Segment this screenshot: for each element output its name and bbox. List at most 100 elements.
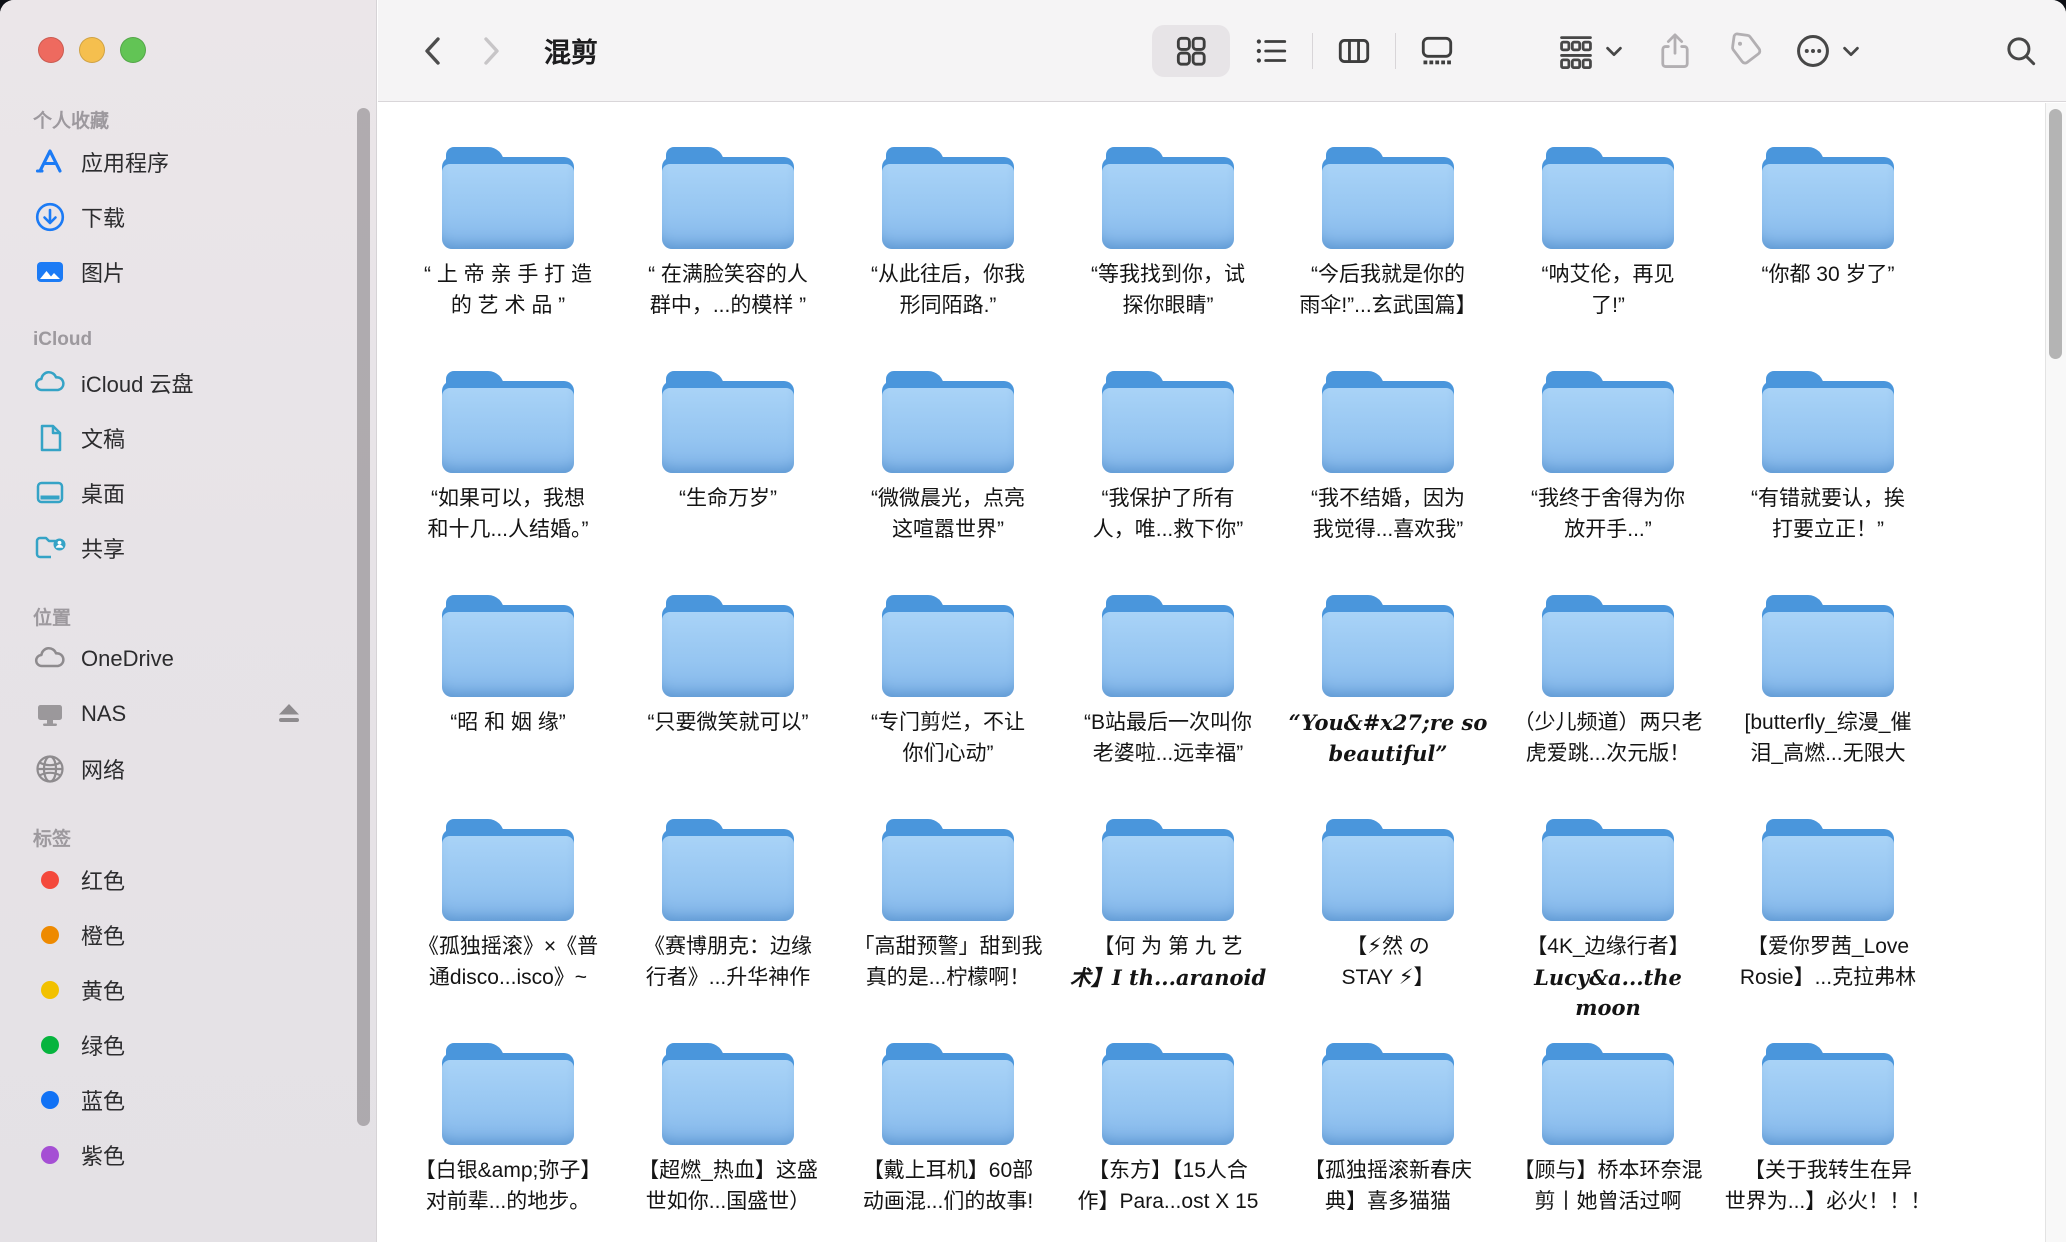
- close-button[interactable]: [38, 37, 64, 63]
- folder-item[interactable]: （少儿频道）两只老虎爱跳...次元版！: [1498, 595, 1718, 819]
- folder-item[interactable]: 【戴上耳机】60部动画混...们的故事!: [838, 1043, 1058, 1242]
- folder-label-line: 【爱你罗茜_Love: [1721, 932, 1935, 963]
- folder-label-line: 你们心动”: [841, 739, 1055, 770]
- sidebar-item-nas[interactable]: NAS: [33, 686, 356, 741]
- folder-item[interactable]: “你都 30 岁了”: [1718, 147, 1938, 371]
- folder-item[interactable]: 【4K_边缘行者】Lucy&a...the moon: [1498, 819, 1718, 1043]
- sidebar-item-downloads[interactable]: 下载: [33, 189, 356, 244]
- folder-item[interactable]: “B站最后一次叫你老婆啦...远幸福”: [1058, 595, 1278, 819]
- folder-item[interactable]: “ 上 帝 亲 手 打 造的 艺 术 品 ”: [398, 147, 618, 371]
- more-button[interactable]: [1793, 31, 1862, 71]
- sidebar-item-onedrive[interactable]: OneDrive: [33, 631, 356, 686]
- column-view-button[interactable]: [1313, 25, 1395, 77]
- list-view-button[interactable]: [1230, 25, 1312, 77]
- folder-label-line: 对前辈...的地步。: [401, 1187, 615, 1218]
- sidebar-item-documents[interactable]: 文稿: [33, 410, 356, 465]
- share-button[interactable]: [1655, 31, 1695, 71]
- folder-item[interactable]: “专门剪烂，不让你们心动”: [838, 595, 1058, 819]
- cloud-gray-icon: [33, 642, 67, 676]
- folder-item[interactable]: 【何 为 第 九 艺术】I th...aranoid: [1058, 819, 1278, 1043]
- folder-item[interactable]: “我不结婚，因为我觉得...喜欢我”: [1278, 371, 1498, 595]
- minimize-button[interactable]: [79, 37, 105, 63]
- folder-item[interactable]: “等我找到你，试探你眼睛”: [1058, 147, 1278, 371]
- sidebar-item-label: 红色: [81, 864, 125, 896]
- display-icon: [33, 697, 67, 731]
- eject-button[interactable]: [274, 699, 304, 729]
- folder-item[interactable]: “微微晨光，点亮这喧嚣世界”: [838, 371, 1058, 595]
- folder-item[interactable]: 【顾与】桥本环奈混剪丨她曾活过啊: [1498, 1043, 1718, 1242]
- folder-item[interactable]: 【超燃_热血】这盛世如你...国盛世）: [618, 1043, 838, 1242]
- sidebar-item-label: iCloud 云盘: [81, 367, 193, 399]
- back-button[interactable]: [418, 31, 448, 71]
- sidebar-item-tag-yellow[interactable]: 黄色: [33, 962, 356, 1017]
- sidebar-item-network[interactable]: 网络: [33, 741, 356, 796]
- view-mode-segmented-control: [1152, 24, 1478, 78]
- folder-item[interactable]: “只要微笑就可以”: [618, 595, 838, 819]
- toolbar: 混剪: [378, 0, 2066, 102]
- folder-label-line: beautiful”: [1281, 739, 1495, 770]
- folder-label: “微微晨光，点亮这喧嚣世界”: [841, 484, 1055, 545]
- folder-label-line: 【戴上耳机】60部: [841, 1156, 1055, 1187]
- gallery-view-icon: [1418, 32, 1456, 70]
- search-icon: [2002, 32, 2040, 70]
- folder-label: “我保护了所有人，唯...救下你”: [1061, 484, 1275, 545]
- folder-item[interactable]: “呐艾伦，再见了!”: [1498, 147, 1718, 371]
- sidebar-item-icloud-drive[interactable]: iCloud 云盘: [33, 355, 356, 410]
- sidebar-scrollbar[interactable]: [357, 108, 370, 1126]
- folder-icon: [442, 1043, 574, 1147]
- zoom-button[interactable]: [120, 37, 146, 63]
- gallery-view-button[interactable]: [1396, 25, 1478, 77]
- sidebar-item-tag-red[interactable]: 红色: [33, 852, 356, 907]
- folder-item[interactable]: [butterfly_综漫_催泪_高燃...无限大: [1718, 595, 1938, 819]
- grid-view-button[interactable]: [1152, 25, 1230, 77]
- folder-item[interactable]: “You&#x27;re sobeautiful”: [1278, 595, 1498, 819]
- folder-item[interactable]: 【关于我转生在异世界为...】必火！！！: [1718, 1043, 1938, 1242]
- folder-label-line: 打要立正！”: [1721, 515, 1935, 546]
- folder-item[interactable]: “我保护了所有人，唯...救下你”: [1058, 371, 1278, 595]
- sidebar-item-label: 橙色: [81, 919, 125, 951]
- folder-item[interactable]: “从此往后，你我形同陌路.”: [838, 147, 1058, 371]
- folder-item[interactable]: “ 在满脸笑容的人群中，...的模样 ”: [618, 147, 838, 371]
- pictures-icon: [33, 255, 67, 289]
- folder-icon: [1102, 819, 1234, 923]
- folder-label-line: 作】Para...ost X 15: [1061, 1187, 1275, 1218]
- folder-label: “有错就要认，挨打要立正！”: [1721, 484, 1935, 545]
- sidebar-item-tag-orange[interactable]: 橙色: [33, 907, 356, 962]
- folder-label: “从此往后，你我形同陌路.”: [841, 260, 1055, 321]
- folder-item[interactable]: 《赛博朋克：边缘行者》...升华神作: [618, 819, 838, 1043]
- tag-dot-icon: [33, 1083, 67, 1117]
- sidebar-item-label: 黄色: [81, 974, 125, 1006]
- main-scrollbar[interactable]: [2049, 109, 2062, 359]
- group-by-button[interactable]: [1556, 31, 1625, 71]
- folder-item[interactable]: 【孤独摇滚新春庆典】喜多猫猫: [1278, 1043, 1498, 1242]
- sidebar-item-pictures[interactable]: 图片: [33, 244, 356, 299]
- folder-item[interactable]: “如果可以，我想和十几...人结婚。”: [398, 371, 618, 595]
- folder-item[interactable]: 《孤独摇滚》×《普通disco...isco》~: [398, 819, 618, 1043]
- folder-item[interactable]: 【爱你罗茜_LoveRosie】...克拉弗林: [1718, 819, 1938, 1043]
- toolbar-actions: [1556, 24, 1862, 78]
- folder-item[interactable]: “今后我就是你的雨伞!”...玄武国篇】: [1278, 147, 1498, 371]
- folder-item[interactable]: 【⚡然 のSTAY ⚡】: [1278, 819, 1498, 1043]
- sidebar-item-shared[interactable]: 共享: [33, 520, 356, 575]
- sidebar-item-tag-blue[interactable]: 蓝色: [33, 1072, 356, 1127]
- folder-label: 《赛博朋克：边缘行者》...升华神作: [621, 932, 835, 993]
- sidebar-item-desktop[interactable]: 桌面: [33, 465, 356, 520]
- folder-label-line: “You&#x27;re so: [1281, 708, 1495, 739]
- folder-item[interactable]: “生命万岁”: [618, 371, 838, 595]
- folder-item[interactable]: “我终于舍得为你放开手...”: [1498, 371, 1718, 595]
- sidebar-item-applications[interactable]: 应用程序: [33, 134, 356, 189]
- search-button[interactable]: [2002, 24, 2040, 78]
- desktop-icon: [33, 476, 67, 510]
- folder-icon: [1322, 1043, 1454, 1147]
- sidebar-item-tag-purple[interactable]: 紫色: [33, 1127, 356, 1182]
- sidebar-item-tag-green[interactable]: 绿色: [33, 1017, 356, 1072]
- folder-item[interactable]: 【白银&amp;弥子】对前辈...的地步。: [398, 1043, 618, 1242]
- folder-label: 《孤独摇滚》×《普通disco...isco》~: [401, 932, 615, 993]
- folder-item[interactable]: “昭 和 姻 缘”: [398, 595, 618, 819]
- tag-button[interactable]: [1725, 31, 1765, 71]
- folder-icon: [882, 147, 1014, 251]
- folder-item[interactable]: 【东方】【15人合作】Para...ost X 15: [1058, 1043, 1278, 1242]
- folder-item[interactable]: “有错就要认，挨打要立正！”: [1718, 371, 1938, 595]
- forward-button[interactable]: [476, 31, 506, 71]
- folder-item[interactable]: 「高甜预警」甜到我真的是...柠檬啊！: [838, 819, 1058, 1043]
